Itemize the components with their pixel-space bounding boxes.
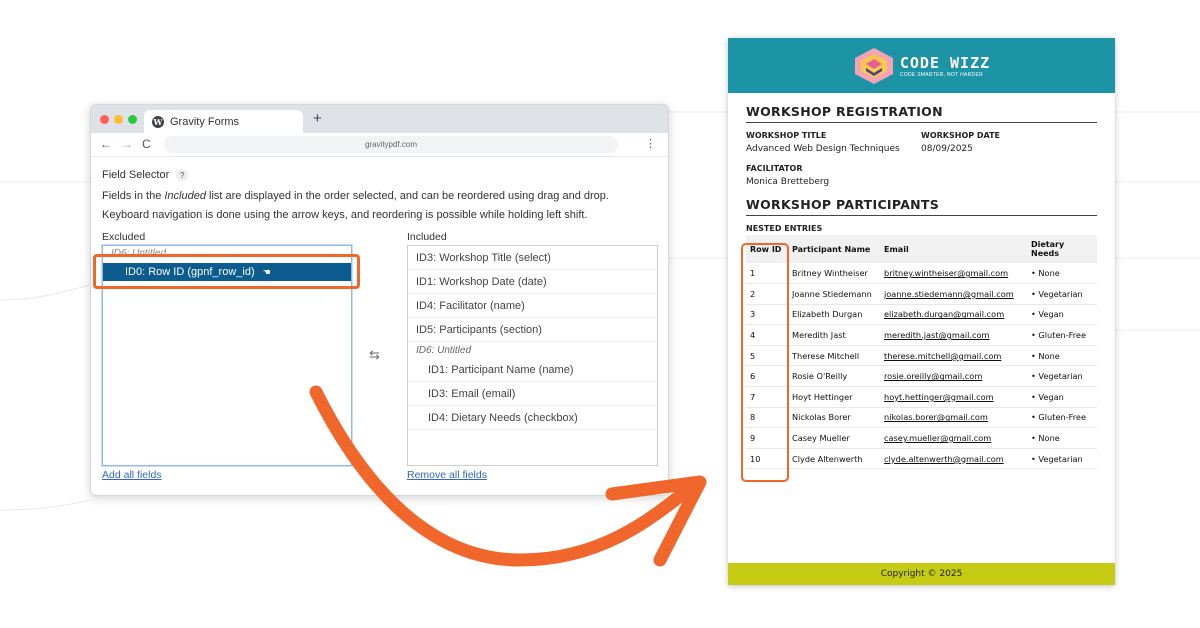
help-icon[interactable]: ? xyxy=(176,169,189,181)
facilitator-value: Monica Bretteberg xyxy=(746,177,830,187)
included-item[interactable]: ID5: Participants (section) xyxy=(408,318,657,342)
email-cell[interactable]: joanne.stiedemann@gmail.com xyxy=(880,283,1027,305)
tab-title: Gravity Forms xyxy=(170,115,240,128)
browser-window: W Gravity Forms + ← → C gravitypdf.com ⋮… xyxy=(90,104,669,496)
row-id-highlight-box xyxy=(93,254,360,289)
participants-table: Row ID Participant Name Email Dietary Ne… xyxy=(746,235,1097,470)
participant-name-cell: Rosie O'Reilly xyxy=(788,365,880,388)
workshop-date-value: 08/09/2025 xyxy=(921,144,973,154)
row-id-column-highlight xyxy=(741,243,789,482)
included-nested-item[interactable]: ID4: Dietary Needs (checkbox) xyxy=(408,406,657,430)
close-window-button[interactable] xyxy=(100,115,109,124)
table-row: 8 Nickolas Borer nikolas.borer@gmail.com • … xyxy=(746,407,1097,429)
email-cell[interactable]: clyde.altenwerth@gmail.com xyxy=(880,448,1027,470)
new-tab-button[interactable]: + xyxy=(313,110,322,127)
participant-name-cell: Joanne Stiedemann xyxy=(788,283,880,305)
field-selector-description: Fields in the Included list are displaye… xyxy=(102,190,609,221)
included-label: Included xyxy=(407,231,447,243)
add-all-fields-link[interactable]: Add all fields xyxy=(102,469,162,481)
email-cell[interactable]: rosie.oreilly@gmail.com xyxy=(880,365,1027,388)
workshop-fields: WORKSHOP TITLE Advanced Web Design Techn… xyxy=(746,131,1097,154)
included-item[interactable]: ID1: Workshop Date (date) xyxy=(408,270,657,294)
dietary-needs-cell: • Vegan xyxy=(1027,386,1097,408)
dietary-needs-cell: • None xyxy=(1027,263,1097,285)
back-arrow-icon[interactable]: ← xyxy=(100,137,112,151)
table-row: 10 Clyde Altenwerth clyde.altenwerth@gmail… xyxy=(746,448,1097,470)
swap-arrows-icon[interactable]: ⇆ xyxy=(369,347,380,363)
url-input[interactable]: gravitypdf.com xyxy=(164,136,618,153)
logo-subtitle: CODE SMARTER, NOT HARDER xyxy=(899,71,983,78)
table-row: 1 Britney Wintheiser britney.wintheiser@gm… xyxy=(746,263,1097,285)
logo-title: CODE WIZZ xyxy=(899,53,991,72)
wordpress-icon: W xyxy=(152,115,164,128)
facilitator-label: FACILITATOR xyxy=(746,164,803,173)
column-header: Participant Name xyxy=(788,235,880,263)
dietary-needs-cell: • Vegan xyxy=(1027,304,1097,326)
workshop-title-label: WORKSHOP TITLE xyxy=(746,131,827,140)
pdf-footer: Copyright © 2025 xyxy=(728,563,1115,585)
table-row: 5 Therese Mitchell therese.mitchell@gmail.… xyxy=(746,345,1097,367)
included-list[interactable]: ID3: Workshop Title (select) ID1: Worksh… xyxy=(407,245,658,466)
participant-name-cell: Clyde Altenwerth xyxy=(788,448,880,470)
browser-menu-icon[interactable]: ⋮ xyxy=(645,137,656,150)
table-row: 3 Elizabeth Durgan elizabeth.durgan@gmail.… xyxy=(746,304,1097,326)
table-header-row: Row ID Participant Name Email Dietary Ne… xyxy=(746,235,1097,263)
nested-entries-label: NESTED ENTRIES xyxy=(746,224,823,233)
participant-name-cell: Britney Wintheiser xyxy=(788,263,880,285)
workshop-date-label: WORKSHOP DATE xyxy=(921,131,1001,140)
minimize-window-button[interactable] xyxy=(114,115,123,124)
browser-tab[interactable]: W Gravity Forms xyxy=(144,110,303,133)
email-cell[interactable]: meredith.jast@gmail.com xyxy=(880,324,1027,346)
pdf-body: WORKSHOP REGISTRATION WORKSHOP TITLE Adv… xyxy=(746,104,1097,470)
email-cell[interactable]: therese.mitchell@gmail.com xyxy=(880,345,1027,367)
logo-icon xyxy=(854,47,893,84)
code-wizz-logo: CODE WIZZ CODE SMARTER, NOT HARDER xyxy=(853,46,990,86)
column-header: Dietary Needs xyxy=(1027,235,1097,263)
email-cell[interactable]: hoyt.hettinger@gmail.com xyxy=(880,386,1027,408)
participant-name-cell: Nickolas Borer xyxy=(788,407,880,429)
participant-name-cell: Hoyt Hettinger xyxy=(788,386,880,408)
included-nested-item[interactable]: ID1: Participant Name (name) xyxy=(408,358,657,382)
browser-tab-bar: W Gravity Forms + xyxy=(91,105,668,133)
email-cell[interactable]: britney.wintheiser@gmail.com xyxy=(880,263,1027,285)
table-row: 4 Meredith Jast meredith.jast@gmail.com • G… xyxy=(746,324,1097,346)
included-section-untitled[interactable]: ID6: Untitled xyxy=(408,340,657,360)
forward-arrow-icon[interactable]: → xyxy=(121,137,133,151)
email-cell[interactable]: casey.mueller@gmail.com xyxy=(880,427,1027,449)
dietary-needs-cell: • None xyxy=(1027,427,1097,449)
table-row: 2 Joanne Stiedemann joanne.stiedemann@gmai… xyxy=(746,283,1097,305)
table-row: 7 Hoyt Hettinger hoyt.hettinger@gmail.com •… xyxy=(746,386,1097,408)
registration-heading: WORKSHOP REGISTRATION xyxy=(746,104,1097,123)
reload-icon[interactable]: C xyxy=(142,137,151,151)
dietary-needs-cell: • Vegetarian xyxy=(1027,365,1097,388)
remove-all-fields-link[interactable]: Remove all fields xyxy=(407,469,487,481)
workshop-title-value: Advanced Web Design Techniques xyxy=(746,144,900,154)
dietary-needs-cell: • Vegetarian xyxy=(1027,448,1097,470)
dietary-needs-cell: • Gluten-Free xyxy=(1027,407,1097,429)
column-header: Email xyxy=(880,235,1027,263)
dietary-needs-cell: • Gluten-Free xyxy=(1027,324,1097,346)
participant-name-cell: Therese Mitchell xyxy=(788,345,880,367)
participant-name-cell: Casey Mueller xyxy=(788,427,880,449)
participants-heading: WORKSHOP PARTICIPANTS xyxy=(746,197,1097,216)
pdf-header: CODE WIZZ CODE SMARTER, NOT HARDER xyxy=(728,38,1115,93)
email-cell[interactable]: nikolas.borer@gmail.com xyxy=(880,407,1027,429)
table-row: 9 Casey Mueller casey.mueller@gmail.com • N… xyxy=(746,427,1097,449)
field-selector-panel: Field Selector ? Fields in the Included … xyxy=(102,169,656,225)
included-item[interactable]: ID3: Workshop Title (select) xyxy=(408,246,657,270)
dietary-needs-cell: • Vegetarian xyxy=(1027,283,1097,305)
dietary-needs-cell: • None xyxy=(1027,345,1097,367)
maximize-window-button[interactable] xyxy=(128,115,137,124)
included-nested-item[interactable]: ID3: Email (email) xyxy=(408,382,657,406)
address-bar-row: ← → C gravitypdf.com ⋮ xyxy=(91,133,668,157)
excluded-label: Excluded xyxy=(102,231,146,243)
field-selector-title: Field Selector ? xyxy=(102,169,656,181)
participant-name-cell: Elizabeth Durgan xyxy=(788,304,880,326)
participant-name-cell: Meredith Jast xyxy=(788,324,880,346)
included-item[interactable]: ID4: Facilitator (name) xyxy=(408,294,657,318)
email-cell[interactable]: elizabeth.durgan@gmail.com xyxy=(880,304,1027,326)
table-row: 6 Rosie O'Reilly rosie.oreilly@gmail.com • … xyxy=(746,365,1097,388)
